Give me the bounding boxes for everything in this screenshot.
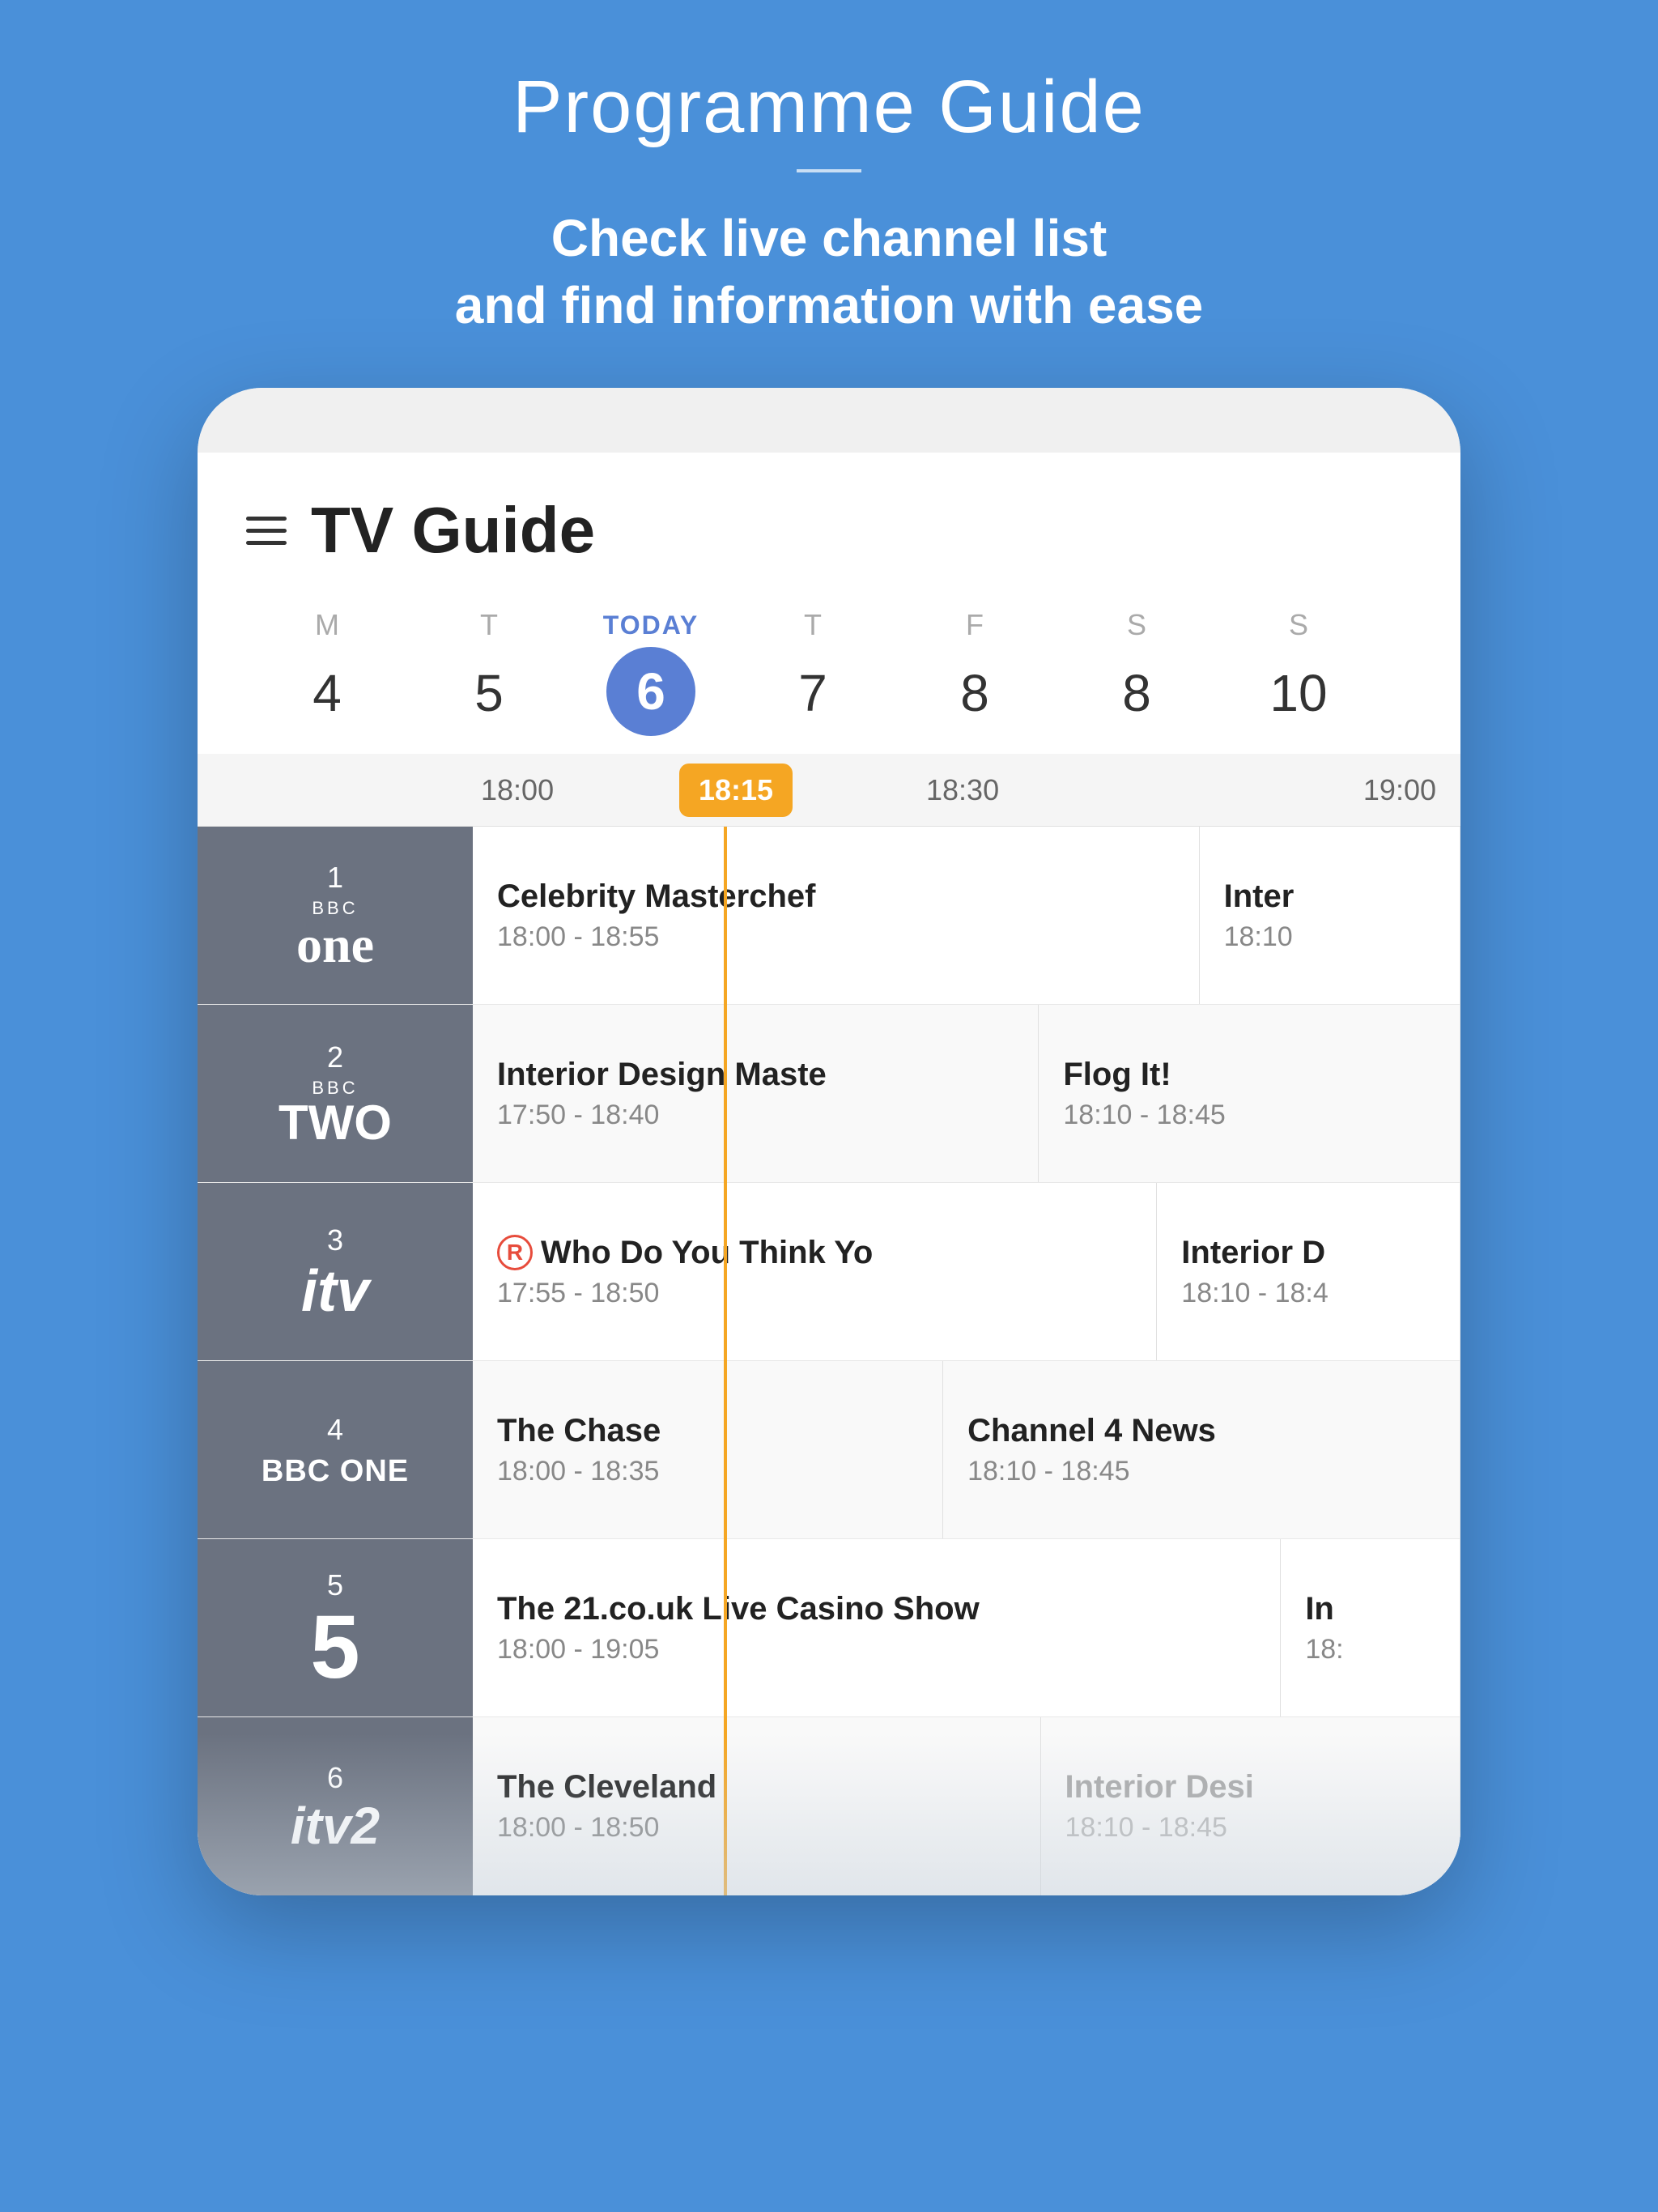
time-1900: 19:00 bbox=[1363, 773, 1436, 807]
channel-row-bbc-two: 2 BBC TWO Interior Design Maste 17:50 - … bbox=[198, 1005, 1460, 1183]
programmes-area-3: R Who Do You Think Yo 17:55 - 18:50 Inte… bbox=[473, 1183, 1460, 1360]
programmes-area-1: Celebrity Masterchef 18:00 - 18:55 Inter… bbox=[473, 827, 1460, 1004]
channel-label-6: 6 itv2 bbox=[198, 1717, 473, 1895]
tv-guide-container: TV Guide M 4 T 5 TODAY 6 T 7 F 8 bbox=[198, 453, 1460, 1895]
programme-channel4-news[interactable]: Channel 4 News 18:10 - 18:45 bbox=[943, 1361, 1460, 1538]
channel-label-2: 2 BBC TWO bbox=[198, 1005, 473, 1182]
time-1830: 18:30 bbox=[926, 773, 999, 807]
schedule-area: 18:00 18:15 18:30 19:00 1 BBC one bbox=[198, 754, 1460, 1895]
programme-inter[interactable]: Inter 18:10 bbox=[1200, 827, 1460, 1004]
programme-the-cleveland[interactable]: The Cleveland 18:00 - 18:50 bbox=[473, 1717, 1041, 1895]
time-current: 18:15 bbox=[679, 764, 793, 817]
programme-the-chase[interactable]: The Chase 18:00 - 18:35 bbox=[473, 1361, 943, 1538]
channel-row-ch4: 4 BBC ONE The Chase 18:00 - 18:35 Channe… bbox=[198, 1361, 1460, 1539]
hamburger-menu-icon[interactable] bbox=[246, 517, 287, 545]
channels-grid: 1 BBC one Celebrity Masterchef 18:00 - 1… bbox=[198, 827, 1460, 1895]
phone-top-bar bbox=[198, 388, 1460, 453]
channel-label-3: 3 itv bbox=[198, 1183, 473, 1360]
header-section: Programme Guide Check live channel list … bbox=[0, 0, 1658, 388]
repeat-badge: R bbox=[497, 1235, 533, 1270]
day-sunday[interactable]: S 10 bbox=[1218, 608, 1380, 738]
programmes-area-6: The Cleveland 18:00 - 18:50 Interior Des… bbox=[473, 1717, 1460, 1895]
page-title: Programme Guide bbox=[512, 65, 1146, 150]
channel-row-bbc-one: 1 BBC one Celebrity Masterchef 18:00 - 1… bbox=[198, 827, 1460, 1005]
tv-guide-header: TV Guide bbox=[198, 453, 1460, 592]
day-tuesday-1[interactable]: T 5 bbox=[408, 608, 570, 738]
tv-guide-title: TV Guide bbox=[311, 493, 595, 568]
day-thursday[interactable]: T 7 bbox=[732, 608, 894, 738]
current-time-line bbox=[724, 827, 727, 1895]
title-divider bbox=[797, 169, 861, 172]
channel-label-5: 5 5 bbox=[198, 1539, 473, 1716]
day-saturday[interactable]: S 8 bbox=[1056, 608, 1218, 738]
programmes-area-2: Interior Design Maste 17:50 - 18:40 Flog… bbox=[473, 1005, 1460, 1182]
channel-label-4: 4 BBC ONE bbox=[198, 1361, 473, 1538]
timeline-row: 18:00 18:15 18:30 19:00 bbox=[198, 754, 1460, 827]
programme-interior-design[interactable]: Interior Design Maste 17:50 - 18:40 bbox=[473, 1005, 1039, 1182]
channel-row-ch5: 5 5 The 21.co.uk Live Casino Show 18:00 … bbox=[198, 1539, 1460, 1717]
subtitle: Check live channel list and find informa… bbox=[455, 205, 1204, 339]
phone-mockup: TV Guide M 4 T 5 TODAY 6 T 7 F 8 bbox=[198, 388, 1460, 1895]
day-monday[interactable]: M 4 bbox=[246, 608, 408, 738]
day-friday[interactable]: F 8 bbox=[894, 608, 1056, 738]
programmes-area-4: The Chase 18:00 - 18:35 Channel 4 News 1… bbox=[473, 1361, 1460, 1538]
programme-21co-casino[interactable]: The 21.co.uk Live Casino Show 18:00 - 19… bbox=[473, 1539, 1281, 1716]
channel-label-1: 1 BBC one bbox=[198, 827, 473, 1004]
programmes-area-5: The 21.co.uk Live Casino Show 18:00 - 19… bbox=[473, 1539, 1460, 1716]
time-1800: 18:00 bbox=[481, 773, 554, 807]
channel-row-itv: 3 itv R Who Do You Think Yo 17:55 - 18:5… bbox=[198, 1183, 1460, 1361]
programme-who-do-you-think[interactable]: R Who Do You Think Yo 17:55 - 18:50 bbox=[473, 1183, 1157, 1360]
day-today[interactable]: TODAY 6 bbox=[570, 610, 732, 736]
programme-celebrity-masterchef[interactable]: Celebrity Masterchef 18:00 - 18:55 bbox=[473, 827, 1200, 1004]
days-row: M 4 T 5 TODAY 6 T 7 F 8 S 8 bbox=[198, 592, 1460, 754]
programme-flog-it[interactable]: Flog It! 18:10 - 18:45 bbox=[1039, 1005, 1460, 1182]
programme-interior-d[interactable]: Interior D 18:10 - 18:4 bbox=[1157, 1183, 1460, 1360]
programme-interior-desi[interactable]: Interior Desi 18:10 - 18:45 bbox=[1041, 1717, 1461, 1895]
programme-in[interactable]: In 18: bbox=[1281, 1539, 1460, 1716]
channel-row-itv2: 6 itv2 The Cleveland 18:00 - 18:50 Inter… bbox=[198, 1717, 1460, 1895]
